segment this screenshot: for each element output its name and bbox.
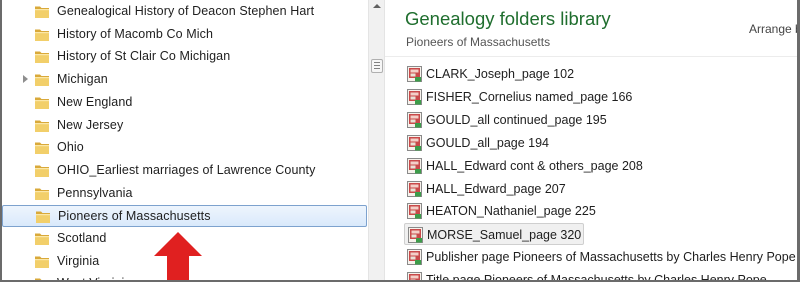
- image-file-icon: [407, 203, 422, 220]
- image-file-icon: [407, 134, 422, 151]
- file-item[interactable]: CLARK_Joseph_page 102: [404, 63, 796, 85]
- file-item-label: Publisher page Pioneers of Massachusetts…: [426, 250, 796, 265]
- file-item-label: HALL_Edward_page 207: [426, 181, 566, 196]
- nav-item[interactable]: History of Macomb Co Mich: [2, 24, 367, 46]
- explorer-window: Genealogical History of Deacon Stephen H…: [2, 0, 797, 280]
- image-file-icon: [407, 249, 422, 266]
- nav-item-label: Scotland: [57, 231, 107, 245]
- image-file-icon: [407, 180, 422, 197]
- nav-item[interactable]: Pennsylvania: [2, 183, 367, 205]
- nav-item-label: Genealogical History of Deacon Stephen H…: [57, 4, 315, 18]
- file-item[interactable]: HALL_Edward cont & others_page 208: [404, 155, 796, 177]
- nav-item-label: New Jersey: [57, 117, 124, 132]
- folder-icon: [35, 233, 49, 245]
- image-file-icon: [407, 66, 422, 82]
- image-file-icon: [408, 227, 423, 244]
- nav-item-label: New England: [57, 94, 133, 109]
- nav-item-label: Pennsylvania: [57, 185, 133, 200]
- file-item[interactable]: Publisher page Pioneers of Massachusetts…: [404, 246, 796, 268]
- nav-item-label: West Virginia: [57, 276, 131, 280]
- arrange-by-button[interactable]: Arrange b: [749, 22, 797, 36]
- library-subtitle: Pioneers of Massachusetts: [406, 35, 551, 49]
- nav-item[interactable]: New Jersey: [2, 115, 367, 137]
- image-file-icon: [407, 88, 422, 105]
- folder-icon: [35, 188, 49, 200]
- file-item-label: GOULD_all_page 194: [426, 135, 549, 150]
- file-item-label: FISHER_Cornelius named_page 166: [426, 89, 633, 104]
- library-pane: Genealogy folders library Pioneers of Ma…: [385, 0, 797, 280]
- navigation-scrollbar[interactable]: [368, 0, 385, 280]
- image-file-icon: [407, 111, 422, 128]
- nav-item-label: Ohio: [57, 140, 84, 155]
- file-item[interactable]: GOULD_all_page 194: [404, 132, 796, 154]
- file-item-label: MORSE_Samuel_page 320: [427, 228, 582, 243]
- folder-icon: [35, 6, 49, 18]
- file-item[interactable]: FISHER_Cornelius named_page 166: [404, 86, 796, 108]
- image-file-icon: [407, 272, 422, 280]
- folder-icon: [35, 29, 49, 41]
- folder-icon: [35, 278, 42, 280]
- folder-icon: [35, 256, 49, 268]
- nav-item[interactable]: Pioneers of Massachusetts: [2, 205, 367, 228]
- nav-item[interactable]: Michigan: [2, 69, 367, 91]
- file-item[interactable]: HALL_Edward_page 207: [404, 178, 796, 200]
- folder-icon: [35, 51, 49, 64]
- folder-icon: [35, 97, 49, 109]
- folder-icon: [36, 211, 50, 224]
- nav-item[interactable]: Genealogical History of Deacon Stephen H…: [2, 1, 367, 23]
- nav-item-label: Virginia: [57, 253, 100, 268]
- nav-item[interactable]: OHIO_Earliest marriages of Lawrence Coun…: [2, 160, 367, 182]
- red-up-arrow-icon: [154, 232, 202, 280]
- folder-icon: [35, 120, 49, 132]
- file-item-label: Title page Pioneers of Massachusetts by …: [426, 273, 767, 280]
- nav-item[interactable]: New England: [2, 92, 367, 114]
- nav-item[interactable]: Ohio: [2, 137, 367, 159]
- expand-arrow-icon[interactable]: [23, 75, 28, 84]
- scroll-up-arrow-icon[interactable]: [373, 4, 381, 8]
- folder-icon: [35, 142, 49, 155]
- nav-item-label: Michigan: [57, 72, 108, 87]
- folder-icon: [35, 165, 49, 177]
- file-item[interactable]: MORSE_Samuel_page 320: [404, 223, 584, 246]
- file-item-label: CLARK_Joseph_page 102: [426, 67, 575, 81]
- folder-icon: [35, 74, 49, 87]
- nav-item[interactable]: History of St Clair Co Michigan: [2, 46, 367, 68]
- nav-item-label: History of St Clair Co Michigan: [57, 49, 231, 64]
- library-title: Genealogy folders library: [405, 8, 611, 29]
- scrollbar-thumb[interactable]: [371, 59, 383, 73]
- file-item-label: HALL_Edward cont & others_page 208: [426, 158, 643, 173]
- nav-item-label: History of Macomb Co Mich: [57, 26, 214, 41]
- nav-item-label: OHIO_Earliest marriages of Lawrence Coun…: [57, 162, 316, 177]
- nav-item-label: Pioneers of Massachusetts: [58, 209, 211, 224]
- image-file-icon: [407, 157, 422, 174]
- file-item[interactable]: HEATON_Nathaniel_page 225: [404, 200, 796, 222]
- header-divider: [385, 56, 797, 57]
- file-item[interactable]: GOULD_all continued_page 195: [404, 109, 796, 131]
- file-item-label: GOULD_all continued_page 195: [426, 112, 607, 127]
- file-item-label: HEATON_Nathaniel_page 225: [426, 204, 596, 219]
- file-item[interactable]: Title page Pioneers of Massachusetts by …: [404, 269, 796, 280]
